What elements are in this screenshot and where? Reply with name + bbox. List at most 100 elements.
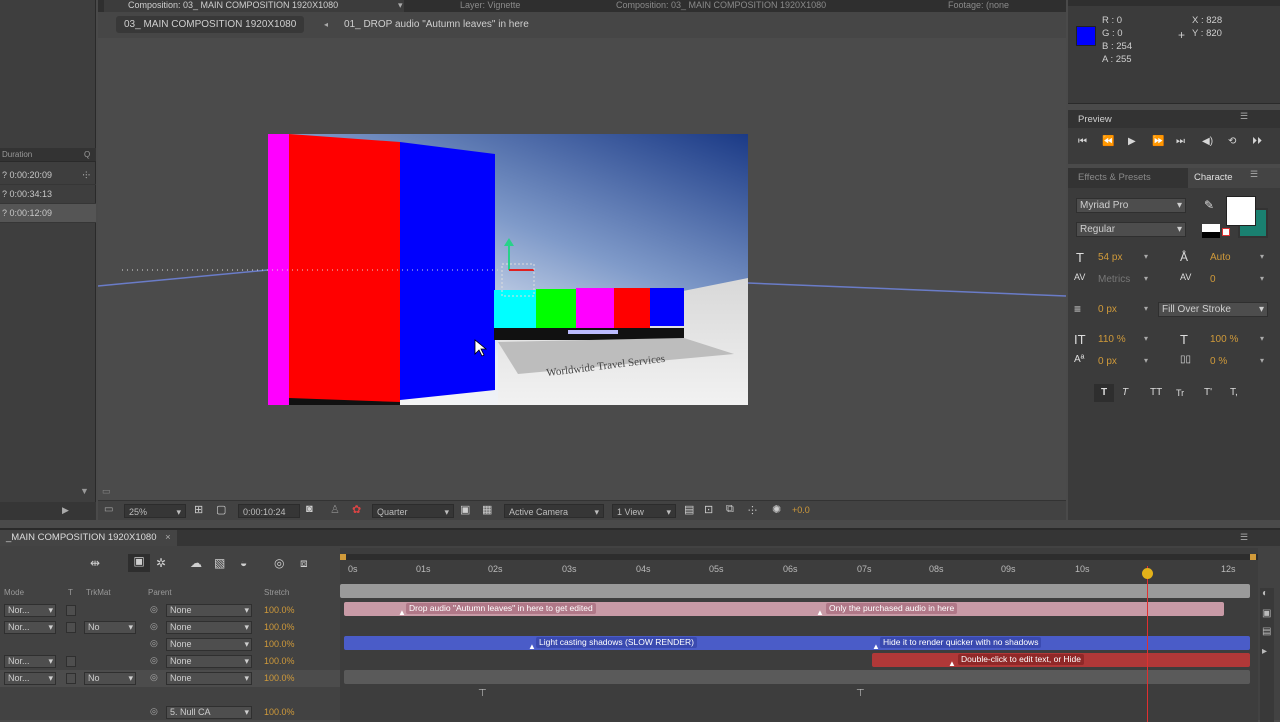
tab-timeline-comp[interactable]: _MAIN COMPOSITION 1920X1080 ×: [0, 530, 177, 546]
panel-menu-icon[interactable]: ☰: [1240, 111, 1248, 122]
table-row[interactable]: ◎ None ▾ 100.0%: [0, 636, 340, 653]
table-row[interactable]: Nor... ▾ ◎ None ▾ 100.0%: [0, 653, 340, 670]
preserve-transparency-checkbox[interactable]: [66, 605, 76, 616]
graph-editor-icon[interactable]: ◎: [274, 556, 284, 570]
q-header[interactable]: Q: [84, 150, 90, 159]
table-row[interactable]: Nor... ▾ No ▾ ◎ None ▾ 100.0%: [0, 670, 340, 687]
column-header-trkmat[interactable]: TrkMat: [86, 588, 111, 597]
tab-character[interactable]: Characte ☰: [1188, 168, 1280, 188]
column-header-t[interactable]: T: [68, 588, 73, 597]
preserve-transparency-checkbox[interactable]: [66, 656, 76, 667]
first-frame-icon[interactable]: ⏮: [1078, 136, 1087, 147]
preserve-transparency-checkbox[interactable]: [66, 622, 76, 633]
marker-label[interactable]: Hide it to render quicker with no shadow…: [880, 637, 1042, 648]
stretch-value[interactable]: 100.0%: [264, 673, 295, 683]
marker-label[interactable]: Double-click to edit text, or Hide: [958, 654, 1084, 665]
play-arrow-icon[interactable]: ▶: [62, 505, 69, 516]
horizontal-scale-value[interactable]: 100 %: [1210, 334, 1238, 345]
chevron-down-icon[interactable]: ▾: [1144, 334, 1148, 343]
work-area-bar[interactable]: [340, 554, 1258, 560]
font-size-value[interactable]: 54 px: [1098, 252, 1122, 263]
panel-menu-icon[interactable]: ☰: [1240, 532, 1248, 543]
pickwhip-icon[interactable]: ◎: [150, 672, 158, 683]
parent-select[interactable]: None ▾: [166, 621, 252, 634]
panel-menu-icon[interactable]: ☰: [1250, 169, 1258, 180]
chevron-down-icon[interactable]: ▾: [1260, 274, 1264, 283]
trkmat-select[interactable]: No ▾: [84, 621, 136, 634]
stretch-value[interactable]: 100.0%: [264, 605, 295, 615]
flowchart-icon[interactable]: ⸭: [748, 503, 757, 518]
timeline-track-area[interactable]: 0s 01s 02s 03s 04s 05s 06s 07s 08s 09s 10s 12s ▲ Dr…: [340, 548, 1258, 722]
breadcrumb-item[interactable]: 03_ MAIN COMPOSITION 1920X1080: [116, 16, 305, 33]
reset-exposure-icon[interactable]: ✺: [772, 503, 781, 516]
white-swatch[interactable]: [1202, 224, 1220, 232]
panel-title[interactable]: Preview: [1078, 114, 1112, 125]
faux-italic-button[interactable]: T: [1122, 384, 1128, 402]
flowchart-icon[interactable]: ⸭: [83, 166, 90, 185]
viewer-corner-icon[interactable]: ▭: [102, 486, 111, 497]
font-style-select[interactable]: Regular ▾: [1076, 222, 1186, 237]
brainstorm-icon[interactable]: ⧈: [300, 556, 308, 571]
blend-mode-select[interactable]: Nor... ▾: [4, 604, 56, 617]
parent-select[interactable]: None ▾: [166, 604, 252, 617]
table-row[interactable]: ◎ 5. Null CA ▾ 100.0%: [0, 704, 340, 721]
selected-layer-bar[interactable]: [344, 670, 1250, 684]
layer-button-icon[interactable]: ▣: [1262, 608, 1271, 619]
last-frame-icon[interactable]: ⏭: [1176, 136, 1185, 147]
marker-label[interactable]: Drop audio "Autumn leaves" in here to ge…: [406, 603, 596, 614]
hide-shy-layers-icon[interactable]: ☁: [190, 556, 202, 570]
composition-mini-flowchart-icon[interactable]: ⇹: [90, 556, 100, 570]
table-row[interactable]: Nor... ▾ ◎ None ▾ 100.0%: [0, 602, 340, 619]
work-area-end-handle[interactable]: [1250, 554, 1256, 560]
tab-effects-presets[interactable]: Effects & Presets: [1078, 172, 1151, 183]
baseline-shift-value[interactable]: 0 px: [1098, 356, 1117, 367]
keyframe-icon[interactable]: ⊤: [856, 688, 865, 699]
marker-label[interactable]: Only the purchased audio in here: [826, 603, 958, 614]
blend-mode-select[interactable]: Nor... ▾: [4, 655, 56, 668]
tracking-value[interactable]: 0: [1210, 274, 1216, 285]
blend-mode-select[interactable]: Nor... ▾: [4, 621, 56, 634]
project-scrollbar[interactable]: ▶: [0, 502, 96, 520]
marker-icon[interactable]: ▲: [872, 640, 880, 653]
all-caps-button[interactable]: TT: [1150, 384, 1162, 402]
parent-select[interactable]: None ▾: [166, 638, 252, 651]
live-update-icon[interactable]: ▣: [128, 554, 150, 572]
transparency-grid-icon[interactable]: ▦: [482, 503, 492, 516]
marker-icon[interactable]: ▲: [398, 606, 406, 619]
toggle-pixel-aspect-icon[interactable]: ▤: [684, 503, 694, 516]
chevron-down-icon[interactable]: ▾: [1260, 334, 1264, 343]
chevron-down-icon[interactable]: ▼: [80, 486, 89, 496]
tab-composition[interactable]: Composition: 03_ MAIN COMPOSITION 1920X1…: [104, 0, 404, 12]
fill-color-swatch[interactable]: [1226, 196, 1256, 226]
blend-mode-select[interactable]: Nor... ▾: [4, 672, 56, 685]
stroke-mode-select[interactable]: Fill Over Stroke ▾: [1158, 302, 1268, 317]
view-layout-select[interactable]: 1 View ▾: [612, 504, 676, 518]
stretch-value[interactable]: 100.0%: [264, 707, 295, 717]
light-layer-bar[interactable]: ▲ Light casting shadows (SLOW RENDER) ▲ …: [344, 636, 1250, 653]
tab-menu-icon[interactable]: ▾: [398, 0, 403, 11]
stretch-value[interactable]: 100.0%: [264, 656, 295, 666]
previous-frame-icon[interactable]: ⏪: [1102, 136, 1114, 147]
current-time-display[interactable]: 0:00:10:24: [238, 504, 300, 518]
safe-margins-icon[interactable]: ⊞: [194, 503, 203, 516]
frame-blending-icon[interactable]: ▧: [214, 556, 225, 570]
keyframe-icon[interactable]: ⊤: [478, 688, 487, 699]
pickwhip-icon[interactable]: ◎: [150, 706, 158, 717]
play-icon[interactable]: ▶: [1128, 136, 1136, 147]
table-row[interactable]: Nor... ▾ No ▾ ◎ None ▾ 100.0%: [0, 619, 340, 636]
chevron-down-icon[interactable]: ▾: [1144, 252, 1148, 261]
next-frame-icon[interactable]: ⏩: [1152, 136, 1164, 147]
ram-preview-icon[interactable]: ⏵⏵: [1252, 136, 1262, 147]
eyedropper-icon[interactable]: ✎: [1204, 198, 1214, 212]
camera-select[interactable]: Active Camera ▾: [504, 504, 604, 518]
pickwhip-icon[interactable]: ◎: [150, 655, 158, 666]
chevron-down-icon[interactable]: ▾: [1144, 356, 1148, 365]
tab-footage[interactable]: Footage: (none: [948, 0, 1058, 12]
column-header-stretch[interactable]: Stretch: [264, 588, 289, 597]
zoom-select[interactable]: 25% ▾: [124, 504, 186, 518]
show-snapshot-icon[interactable]: ♙: [330, 503, 340, 516]
draft-3d-icon[interactable]: ✲: [156, 556, 166, 570]
text-layer-bar[interactable]: ▲ Double-click to edit text, or Hide: [872, 653, 1250, 670]
marker-icon[interactable]: ▲: [948, 657, 956, 670]
comp-button-icon[interactable]: ◐: [1262, 588, 1268, 599]
